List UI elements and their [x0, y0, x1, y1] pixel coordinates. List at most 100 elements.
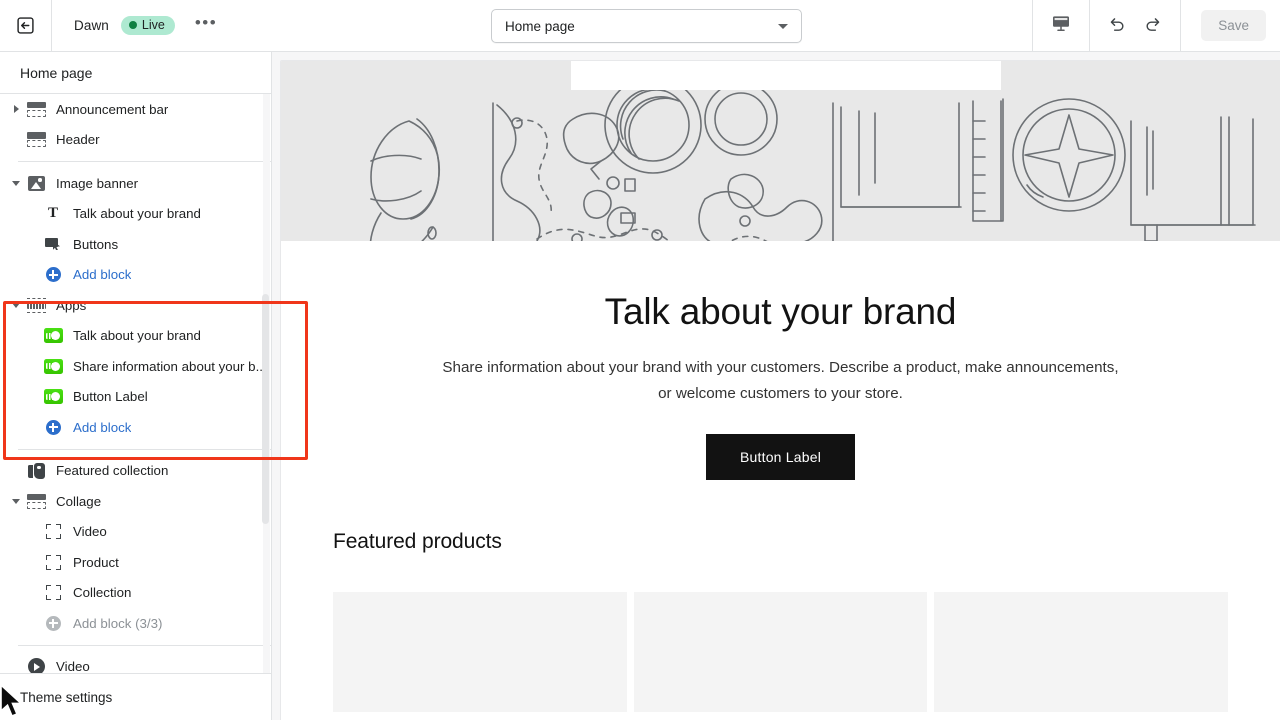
chevron-right-icon[interactable]	[14, 105, 19, 113]
icon-slot	[42, 614, 64, 632]
top-bar-left: Dawn Live •••	[0, 0, 223, 51]
hero-paragraph: Share information about your brand with …	[436, 355, 1126, 407]
theme-name: Dawn	[74, 18, 109, 33]
sidebar-item-label: Talk about your brand	[73, 328, 201, 343]
icon-slot	[25, 174, 47, 192]
block-icon	[46, 555, 61, 570]
sidebar-item-talk-about-your-brand[interactable]: T Talk about your brand	[0, 199, 271, 230]
icon-slot	[25, 296, 47, 314]
banner-overlay-strip	[571, 61, 1001, 90]
hero-cta-button[interactable]: Button Label	[706, 434, 855, 480]
sidebar-item-announcement-bar[interactable]: Announcement bar	[0, 94, 271, 125]
sidebar-page-title: Home page	[0, 52, 271, 94]
top-bar-right: Save	[1032, 0, 1280, 51]
apps-icon	[27, 298, 46, 313]
tag-icon	[28, 463, 45, 479]
sidebar-scrollbar[interactable]	[263, 94, 270, 673]
theme-editor-window: Dawn Live ••• Home page	[0, 0, 1280, 720]
sidebar-item-image-banner[interactable]: Image banner	[0, 168, 271, 199]
top-bar: Dawn Live ••• Home page	[0, 0, 1280, 52]
icon-slot	[25, 100, 47, 118]
sidebar-item-button-label[interactable]: Button Label	[0, 382, 271, 413]
disclosure-toggle[interactable]	[8, 105, 24, 113]
sidebar-item-product[interactable]: Product	[0, 547, 271, 578]
sidebar-item-label: Product	[73, 555, 119, 570]
sidebar-item-label: Button Label	[73, 389, 148, 404]
history-group	[1089, 0, 1181, 51]
icon-slot	[42, 553, 64, 571]
sidebar-item-add-block[interactable]: Add block	[0, 412, 271, 443]
exit-icon[interactable]	[0, 0, 52, 51]
sidebar-item-featured-collection[interactable]: Featured collection	[0, 456, 271, 487]
sidebar-item-label: Apps	[56, 298, 86, 313]
block-icon	[46, 585, 61, 600]
featured-products-section[interactable]: Featured products	[281, 530, 1280, 712]
sidebar-item-collection[interactable]: Collection	[0, 578, 271, 609]
sidebar-scrollbar-thumb[interactable]	[262, 294, 269, 524]
page-selector-value: Home page	[505, 19, 575, 34]
rich-text-section[interactable]: Talk about your brand Share information …	[281, 241, 1280, 480]
sidebar-item-share-information-about-your-b[interactable]: Share information about your b...	[0, 351, 271, 382]
sidebar-item-label: Buttons	[73, 237, 118, 252]
sidebar-item-label: Video	[73, 524, 107, 539]
section-icon	[27, 494, 46, 509]
sidebar-item-label: Video	[56, 659, 90, 673]
sidebar-item-header[interactable]: Header	[0, 125, 271, 156]
sidebar-item-talk-about-your-brand[interactable]: Talk about your brand	[0, 321, 271, 352]
sidebar-item-add-block-3-3[interactable]: Add block (3/3)	[0, 608, 271, 639]
icon-slot	[42, 584, 64, 602]
chevron-down-icon[interactable]	[12, 181, 20, 186]
sidebar-item-label: Announcement bar	[56, 102, 168, 117]
storefront-preview[interactable]: Talk about your brand Share information …	[280, 60, 1280, 720]
sidebar-item-video[interactable]: Video	[0, 652, 271, 674]
product-card-placeholder[interactable]	[333, 592, 627, 712]
app-block-icon	[44, 389, 63, 404]
section-icon	[27, 132, 46, 147]
save-button[interactable]: Save	[1201, 10, 1266, 41]
desktop-monitor-icon[interactable]	[1051, 13, 1071, 38]
sidebar-item-apps[interactable]: Apps	[0, 290, 271, 321]
sidebar-item-label: Collection	[73, 585, 131, 600]
product-card-placeholder[interactable]	[634, 592, 928, 712]
chevron-down-icon[interactable]	[12, 303, 20, 308]
icon-slot	[25, 131, 47, 149]
sidebar-item-label: Featured collection	[56, 463, 168, 478]
image-banner-section[interactable]	[281, 61, 1280, 241]
sidebar-item-label: Talk about your brand	[73, 206, 201, 221]
sidebar-divider	[18, 161, 271, 162]
sidebar-item-add-block[interactable]: Add block	[0, 260, 271, 291]
page-selector[interactable]: Home page	[491, 9, 802, 43]
text-icon: T	[48, 206, 58, 221]
undo-arrow-icon[interactable]	[1108, 14, 1127, 38]
preview-pane: Talk about your brand Share information …	[272, 52, 1280, 720]
plus-circle-icon	[46, 267, 61, 282]
sidebar-item-label: Image banner	[56, 176, 138, 191]
icon-slot	[42, 235, 64, 253]
icon-slot	[25, 492, 47, 510]
icon-slot	[42, 388, 64, 406]
sidebar-item-buttons[interactable]: Buttons	[0, 229, 271, 260]
sidebar-item-theme-settings[interactable]: Theme settings	[0, 673, 271, 720]
disclosure-toggle[interactable]	[8, 499, 24, 504]
sidebar-item-video[interactable]: Video	[0, 517, 271, 548]
disclosure-toggle[interactable]	[8, 303, 24, 308]
sidebar-item-label: Add block	[73, 420, 131, 435]
chevron-down-icon[interactable]	[12, 499, 20, 504]
disclosure-toggle[interactable]	[8, 181, 24, 186]
sections-sidebar: Home page Announcement bar Header Image ba…	[0, 52, 272, 720]
play-icon	[28, 658, 45, 673]
sidebar-scroll-area[interactable]: Announcement bar Header Image banner T Talk …	[0, 94, 271, 673]
redo-arrow-icon[interactable]	[1143, 14, 1162, 38]
app-block-icon	[44, 359, 63, 374]
product-card-placeholder[interactable]	[934, 592, 1228, 712]
chevron-down-icon	[778, 24, 788, 29]
icon-slot	[42, 327, 64, 345]
page-selector-control[interactable]: Home page	[491, 9, 802, 43]
editor-body: Home page Announcement bar Header Image ba…	[0, 52, 1280, 720]
sidebar-item-collage[interactable]: Collage	[0, 486, 271, 517]
sidebar-item-label: Add block	[73, 267, 131, 282]
featured-products-heading: Featured products	[333, 530, 1228, 554]
icon-slot	[42, 418, 64, 436]
save-group: Save	[1181, 0, 1280, 51]
more-options-button[interactable]: •••	[189, 14, 223, 38]
